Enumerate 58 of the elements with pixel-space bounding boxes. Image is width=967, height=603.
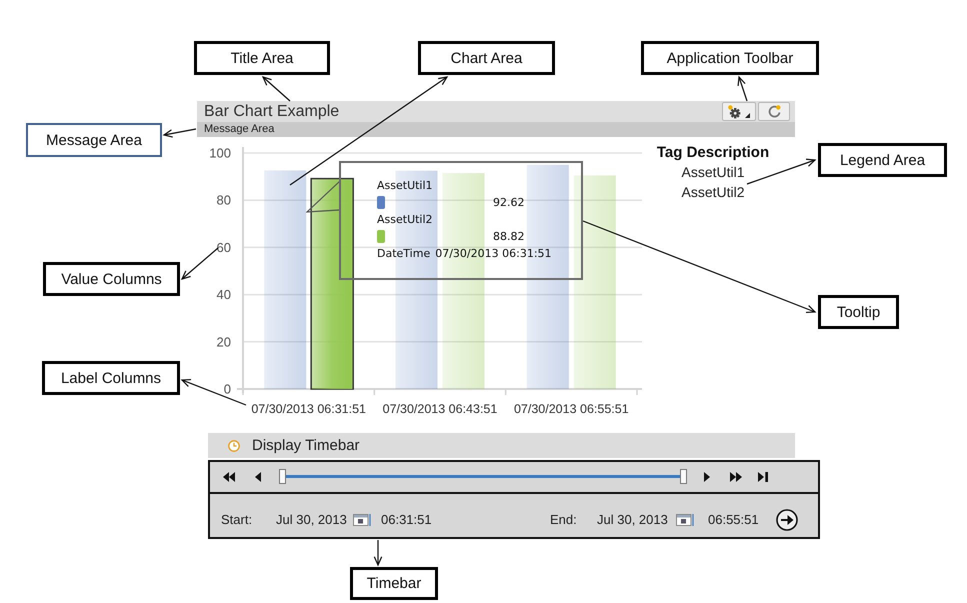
series-value: 88.82 [493, 230, 524, 243]
double-right-triangle-icon[interactable] [730, 472, 742, 482]
series-name: AssetUtil1 [377, 179, 433, 192]
callout: Message Area [26, 123, 162, 157]
callout: Value Columns [43, 262, 180, 296]
leader-arrow [746, 158, 816, 185]
time-field[interactable]: 06:31:51 [381, 512, 441, 527]
axis-label: 07/30/2013 06:31:51 [251, 402, 366, 416]
leader-arrow [180, 248, 218, 280]
axis-label: 100 [209, 146, 231, 160]
timebar-title: Display Timebar [252, 437, 360, 454]
settings-button[interactable] [722, 102, 756, 121]
calendar-icon[interactable] [676, 514, 694, 526]
axis-label: 07/30/2013 06:43:51 [382, 402, 498, 416]
axis-label: 40 [216, 287, 231, 302]
slider-handle[interactable] [680, 469, 687, 484]
callout: Chart Area [418, 41, 555, 75]
axis-label: 20 [216, 334, 231, 350]
double-left-triangle-icon[interactable] [223, 472, 235, 482]
leader-arrow [180, 378, 246, 406]
time-field[interactable]: 06:55:51 [708, 512, 766, 527]
callout: Legend Area [818, 143, 947, 177]
axis-label: 07/30/2013 06:55:51 [514, 402, 629, 416]
chart-title: Bar Chart Example [204, 102, 340, 120]
refresh-button[interactable] [758, 102, 790, 121]
series-name: AssetUtil2 [377, 213, 433, 226]
date-field[interactable]: Jul 30, 2013 [276, 512, 353, 527]
bar[interactable] [574, 175, 616, 389]
field-label: Start: [221, 512, 254, 527]
skip-end-icon[interactable] [758, 472, 768, 482]
left-triangle-icon[interactable] [255, 472, 261, 482]
datetime-label: DateTime [377, 247, 430, 260]
caret-icon [745, 113, 750, 118]
date-field[interactable]: Jul 30, 2013 [597, 512, 676, 527]
axis-label: 0 [224, 382, 231, 396]
axis-label: 60 [216, 240, 231, 255]
callout: Application Toolbar [641, 41, 819, 75]
leader-arrow [738, 76, 748, 102]
legend-item: AssetUtil1 [681, 163, 745, 182]
clock-icon [228, 440, 240, 452]
refresh-icon [768, 105, 780, 118]
legend-title: Tag Description [656, 143, 770, 162]
right-triangle-icon[interactable] [704, 472, 710, 482]
tooltip-pointer-icon [306, 180, 341, 214]
datetime-value: 07/30/2013 06:31:51 [435, 247, 552, 260]
callout: Title Area [194, 41, 330, 75]
message-area: Message Area [197, 122, 795, 137]
callout: Tooltip [818, 295, 899, 329]
gear-icon [728, 104, 742, 118]
leader-arrow [162, 128, 196, 138]
callout: Label Columns [42, 361, 180, 395]
callout: Timebar [350, 567, 438, 600]
legend-item: AssetUtil2 [681, 183, 745, 202]
axis-label: 80 [216, 192, 231, 208]
calendar-icon[interactable] [353, 514, 371, 526]
field-label: End: [550, 512, 578, 527]
slider-handle[interactable] [279, 469, 286, 484]
series-value: 92.62 [493, 196, 524, 209]
